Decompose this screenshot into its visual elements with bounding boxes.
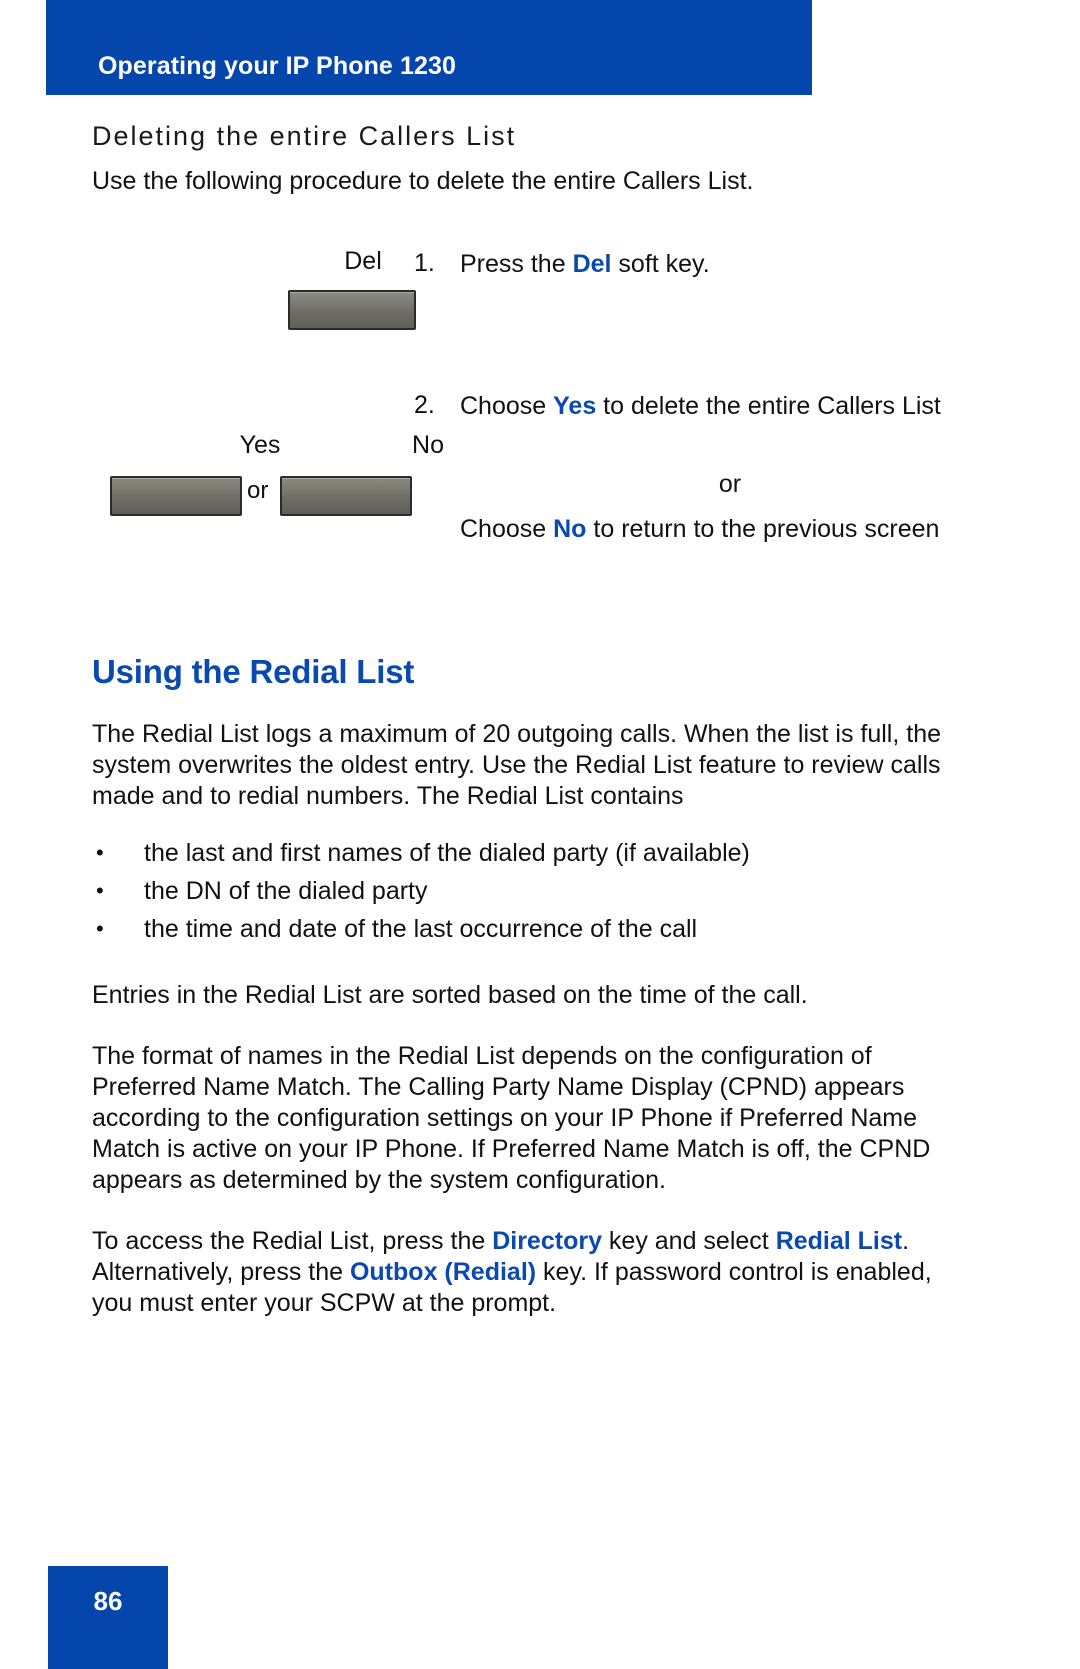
section-heading-using-redial-list: Using the Redial List (92, 653, 415, 691)
softkey-button-del[interactable] (288, 290, 416, 331)
list-item: • the time and date of the last occurren… (92, 910, 992, 948)
redial-p4-part-2: key and select (601, 1226, 776, 1255)
bullet-dot-icon: • (96, 915, 104, 941)
list-item: • the last and first names of the dialed… (92, 834, 992, 872)
bullet-dot-icon: • (96, 877, 104, 903)
list-item-label: the DN of the dialed party (144, 876, 428, 905)
step-2-line1-before: Choose (460, 392, 554, 421)
page-header-title: Operating your IP Phone 1230 (98, 52, 456, 80)
redial-contents-bullet-list: • the last and first names of the dialed… (92, 834, 992, 948)
redial-key-redial-list: Redial List (775, 1226, 903, 1255)
step-2-key-yes: Yes (553, 392, 597, 421)
step-1-text: Press the Del soft key. (460, 249, 980, 280)
redial-paragraph-2: Entries in the Redial List are sorted ba… (92, 980, 808, 1009)
step-1-text-before: Press the (460, 250, 573, 279)
step-1-text-after: soft key. (611, 250, 710, 279)
softkey-label-yes: Yes (239, 431, 281, 460)
softkey-label-no: No (412, 431, 444, 460)
redial-key-outbox-redial: Outbox (Redial) (349, 1257, 537, 1286)
step-2-or-text: or (718, 470, 742, 499)
redial-key-directory: Directory (492, 1226, 602, 1255)
softkey-separator-or: or (247, 477, 269, 505)
step-2-text-line-1: Choose Yes to delete the entire Callers … (460, 391, 1000, 422)
procedure-step-2-block: Yes No or 2. Choose Yes to delete the en… (92, 391, 992, 595)
step-2-line2-after: to return to the previous screen (586, 515, 940, 544)
list-item-label: the time and date of the last occurrence… (144, 914, 698, 943)
redial-paragraph-3: The format of names in the Redial List d… (92, 1041, 931, 1194)
step-2-or-label: or (460, 469, 1000, 500)
step-1-number: 1. (414, 249, 435, 278)
page-footer-block: 86 (48, 1566, 168, 1669)
softkey-button-yes[interactable] (110, 476, 242, 517)
step-2-number: 2. (414, 391, 435, 420)
list-item-label: the last and first names of the dialed p… (144, 838, 750, 867)
list-item: • the DN of the dialed party (92, 872, 992, 910)
step-1-key-del: Del (572, 250, 612, 279)
callers-list-intro-text: Use the following procedure to delete th… (92, 167, 754, 196)
softkey-button-no[interactable] (280, 476, 412, 517)
redial-paragraph-4: To access the Redial List, press the Dir… (92, 1226, 972, 1319)
step-2-line1-after: to delete the entire Callers List (596, 392, 941, 421)
bullet-dot-icon: • (96, 839, 104, 865)
step-2-line2-before: Choose (460, 515, 554, 544)
step-2-key-no: No (553, 515, 587, 544)
page-header-banner: Operating your IP Phone 1230 (46, 0, 812, 95)
section-heading-deleting-callers-list: Deleting the entire Callers List (92, 121, 517, 151)
step-2-text-line-2: Choose No to return to the previous scre… (460, 514, 990, 545)
page-content: Deleting the entire Callers List Use the… (92, 120, 992, 1319)
redial-paragraph-1: The Redial List logs a maximum of 20 out… (92, 719, 942, 810)
page-number: 86 (93, 1586, 123, 1616)
redial-p4-part-1: To access the Redial List, press the (92, 1226, 493, 1255)
procedure-step-1-block: Del 1. Press the Del soft key. (92, 235, 992, 395)
